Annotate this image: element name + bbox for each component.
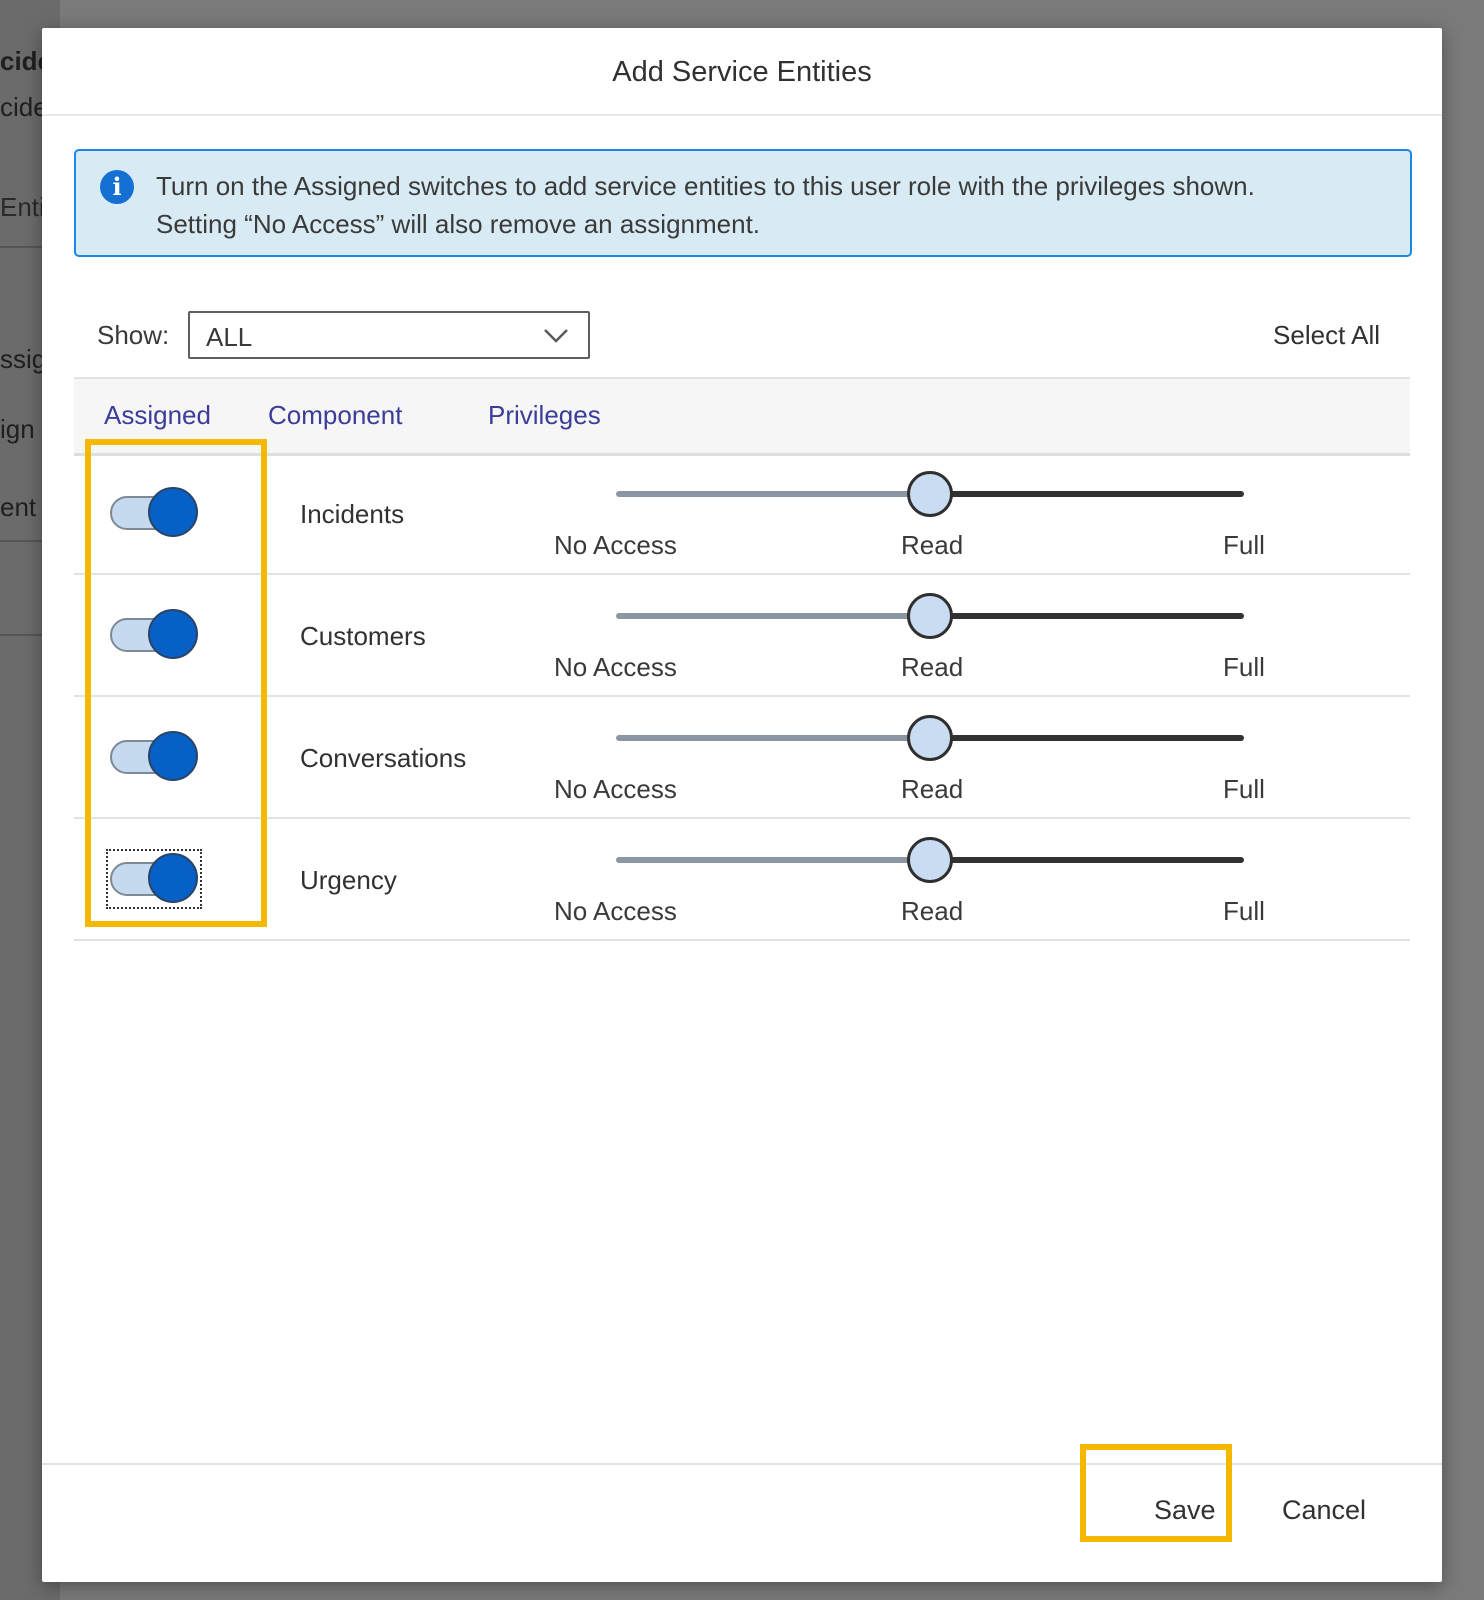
chevron-down-icon (544, 329, 568, 343)
toggle-knob (148, 487, 198, 537)
column-header-assigned[interactable]: Assigned (104, 400, 211, 431)
component-name: Incidents (300, 499, 405, 529)
privilege-level-label: Read (901, 896, 964, 926)
info-text-line: Turn on the Assigned switches to add ser… (156, 171, 1255, 201)
info-icon: i (100, 170, 134, 204)
table-header: Assigned Component Privileges (74, 377, 1410, 456)
info-text: Turn on the Assigned switches to add ser… (156, 167, 1396, 243)
slider-thumb[interactable] (907, 593, 953, 639)
toggle-knob (148, 609, 198, 659)
assigned-toggle[interactable] (110, 609, 198, 661)
entity-row: Incidents No Access Read Full (74, 451, 1410, 575)
background-text: ssig (0, 344, 47, 374)
assigned-toggle[interactable] (106, 849, 202, 909)
privilege-slider[interactable]: No Access Read Full (544, 695, 1284, 817)
show-filter-label: Show: (97, 320, 170, 350)
component-name: Customers (300, 621, 426, 651)
slider-track-rest (930, 491, 1244, 497)
privilege-level-label: Full (1223, 652, 1265, 682)
privilege-slider[interactable]: No Access Read Full (544, 451, 1284, 573)
slider-thumb[interactable] (907, 715, 953, 761)
toggle-knob (148, 853, 198, 903)
slider-track-rest (930, 857, 1244, 863)
privilege-level-label: No Access (554, 652, 677, 682)
slider-track-filled (616, 491, 930, 497)
privilege-level-label: Read (901, 530, 964, 560)
save-button-highlight (1080, 1444, 1232, 1542)
toggle-knob (148, 731, 198, 781)
background-text: ign (0, 414, 35, 444)
dialog-title: Add Service Entities (42, 28, 1442, 116)
slider-track-filled (616, 735, 930, 741)
column-header-privileges[interactable]: Privileges (488, 400, 601, 431)
privilege-level-label: Full (1223, 530, 1265, 560)
background-text: cide (0, 92, 48, 122)
slider-track-filled (616, 857, 930, 863)
slider-track-rest (930, 613, 1244, 619)
privilege-level-label: No Access (554, 530, 677, 560)
show-filter-value: ALL (206, 322, 253, 352)
slider-thumb[interactable] (907, 837, 953, 883)
cancel-button[interactable]: Cancel (1276, 1494, 1372, 1527)
privilege-slider[interactable]: No Access Read Full (544, 573, 1284, 695)
info-message: i Turn on the Assigned switches to add s… (74, 149, 1412, 257)
entity-row: Customers No Access Read Full (74, 573, 1410, 697)
dialog-footer-divider (42, 1463, 1442, 1465)
privilege-level-label: No Access (554, 774, 677, 804)
info-text-line: Setting “No Access” will also remove an … (156, 209, 761, 239)
column-header-component[interactable]: Component (268, 400, 402, 431)
privilege-level-label: Full (1223, 896, 1265, 926)
slider-track-filled (616, 613, 930, 619)
background-text: ent (0, 492, 37, 522)
privilege-level-label: Read (901, 774, 964, 804)
save-button[interactable]: Save (1148, 1494, 1222, 1527)
privilege-level-label: No Access (554, 896, 677, 926)
entity-row: Conversations No Access Read Full (74, 695, 1410, 819)
slider-track-rest (930, 735, 1244, 741)
assigned-toggle[interactable] (110, 487, 198, 539)
slider-thumb[interactable] (907, 471, 953, 517)
privilege-level-label: Read (901, 652, 964, 682)
entity-row: Urgency No Access Read Full (74, 817, 1410, 941)
add-service-entities-dialog: Add Service Entities i Turn on the Assig… (42, 28, 1442, 1582)
component-name: Conversations (300, 743, 467, 773)
select-all-button[interactable]: Select All (1273, 320, 1380, 351)
assigned-toggle[interactable] (110, 731, 198, 783)
privilege-level-label: Full (1223, 774, 1265, 804)
component-name: Urgency (300, 865, 397, 895)
privilege-slider[interactable]: No Access Read Full (544, 817, 1284, 939)
show-filter-select[interactable]: ALL (188, 311, 590, 359)
